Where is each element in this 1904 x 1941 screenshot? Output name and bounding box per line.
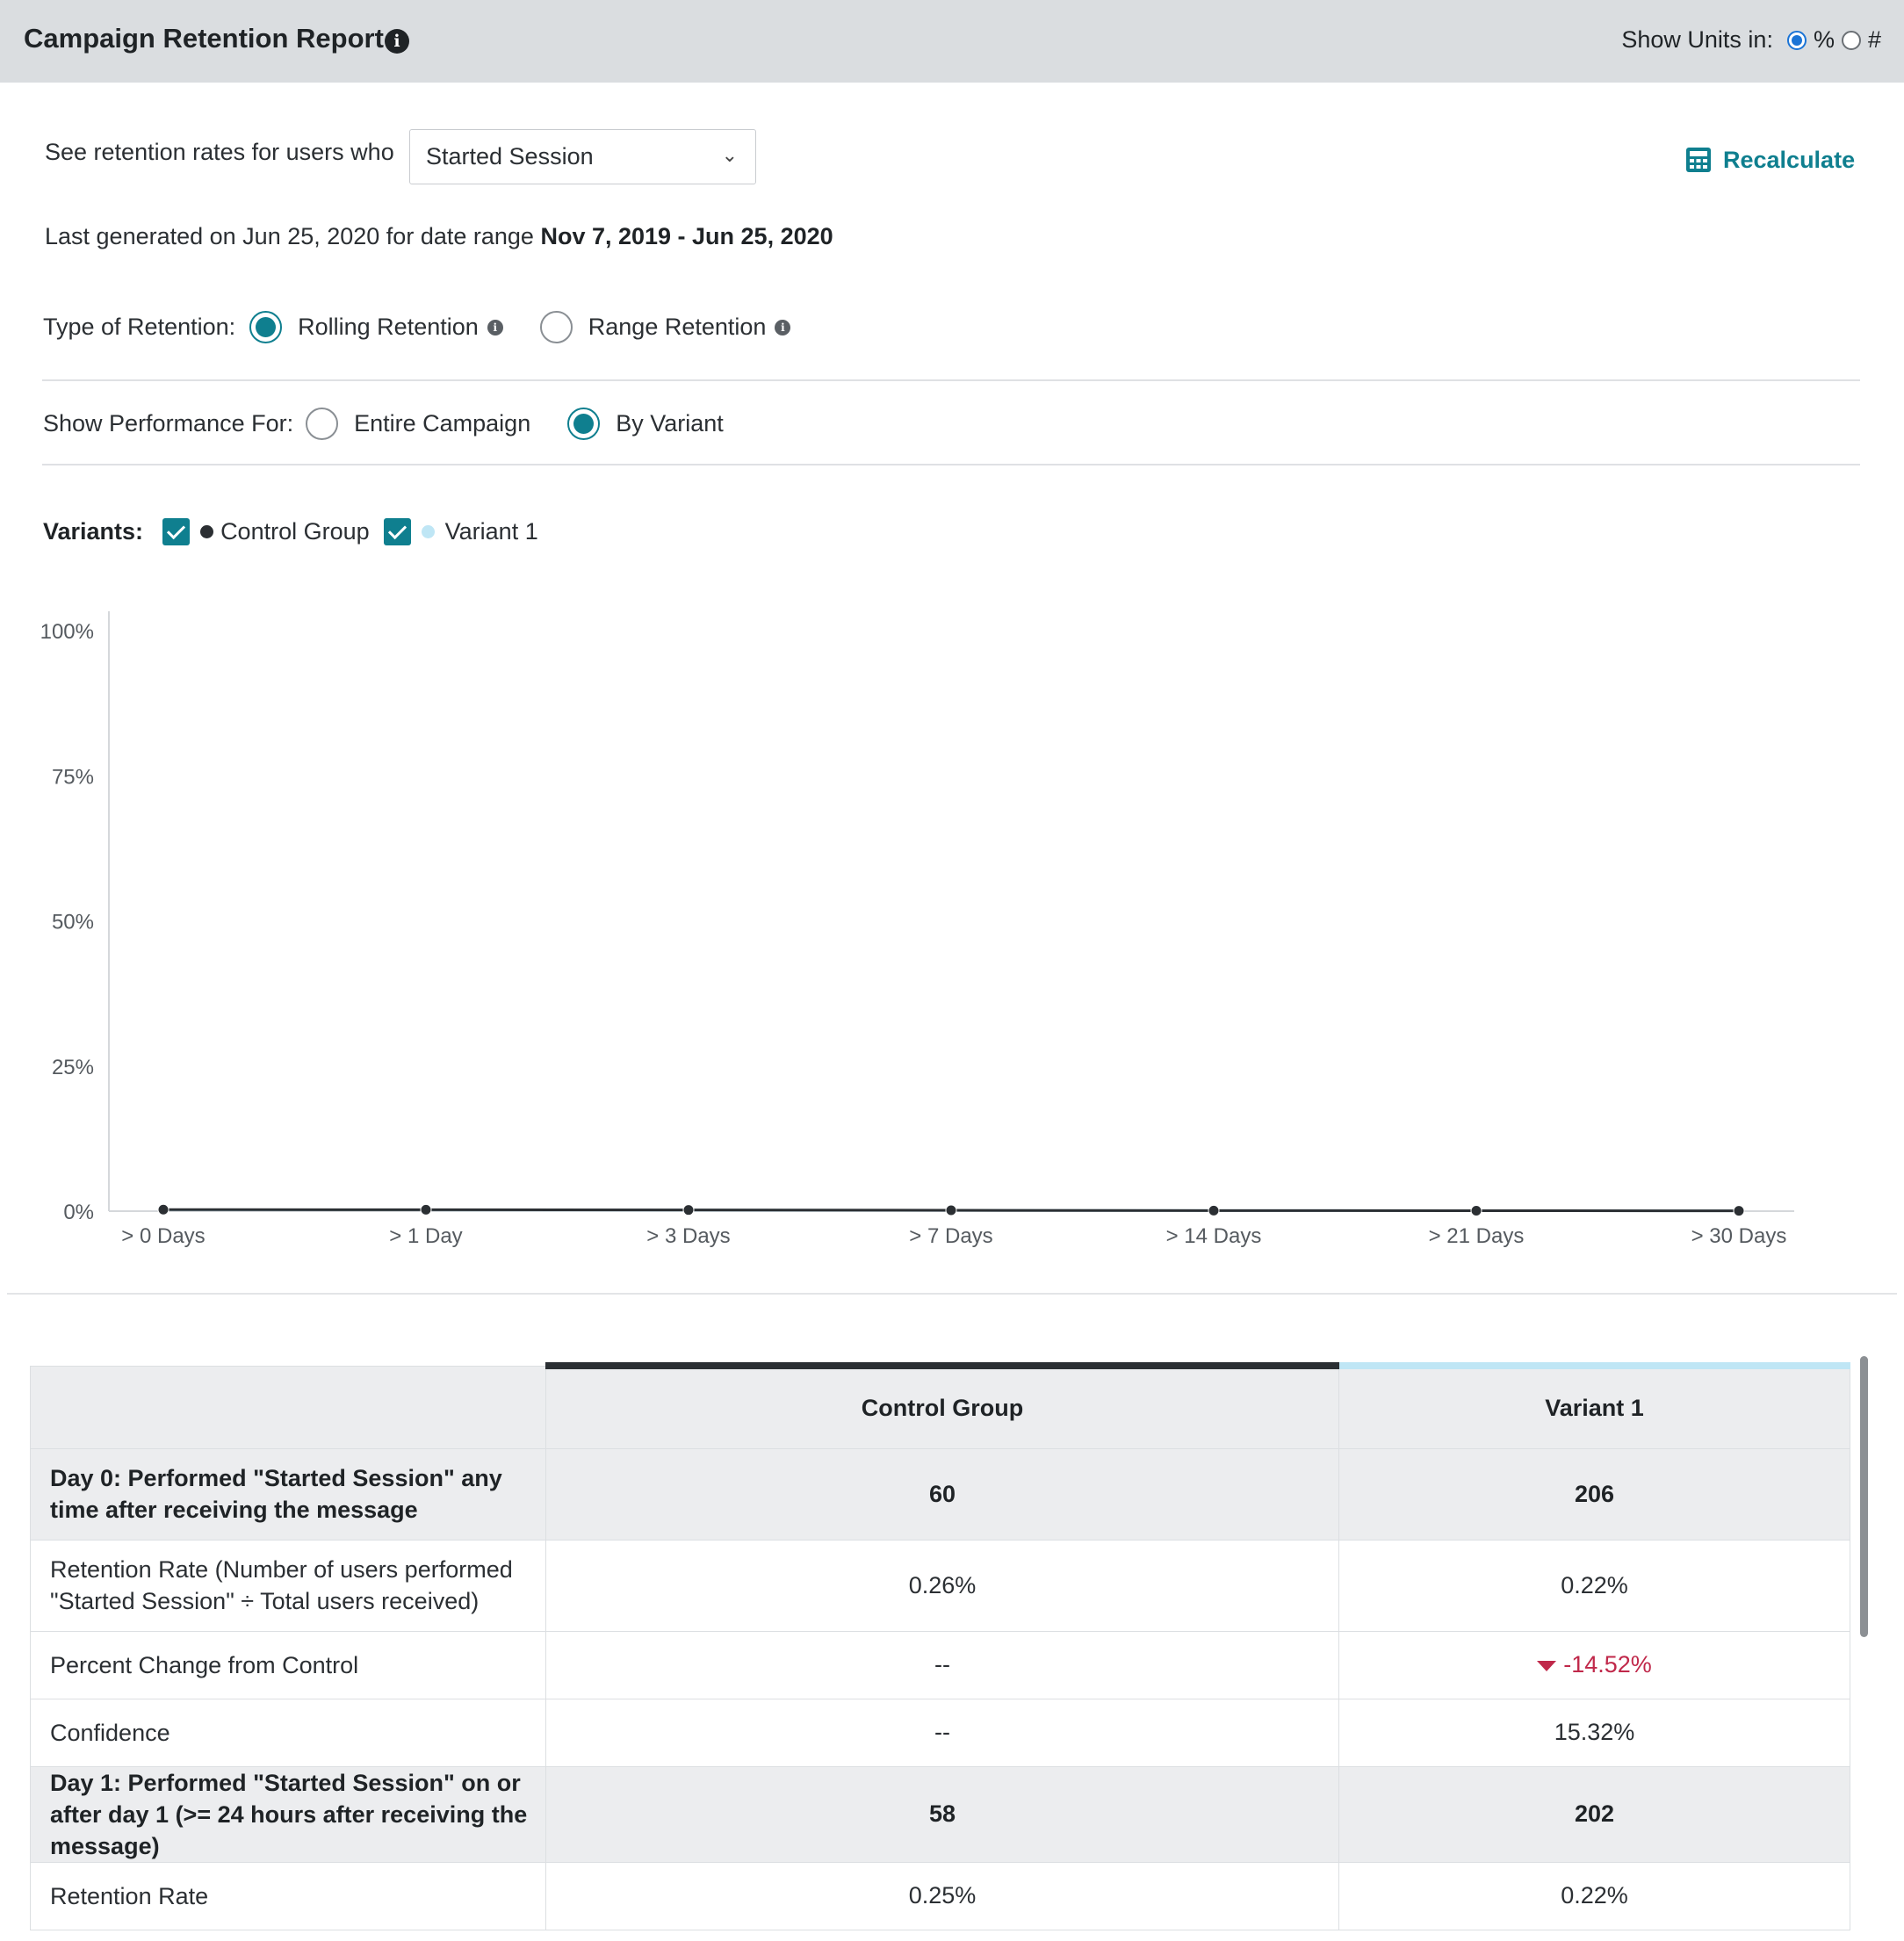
date-range: Nov 7, 2019 - Jun 25, 2020	[540, 223, 833, 249]
table-row: Retention Rate (Number of users performe…	[30, 1539, 1850, 1632]
x-tick-label: > 21 Days	[1429, 1224, 1525, 1248]
table-row: Day 1: Performed "Started Session" on or…	[30, 1765, 1850, 1863]
cell-value: 0.22%	[1338, 1539, 1850, 1632]
table-row: Day 0: Performed "Started Session" any t…	[30, 1447, 1850, 1541]
cell-value: 202	[1338, 1765, 1850, 1863]
entire-campaign-radio[interactable]	[306, 408, 339, 440]
y-tick-label: 25%	[52, 1056, 94, 1079]
by-variant-radio[interactable]	[567, 408, 601, 440]
row-label: Retention Rate (Number of users performe…	[30, 1539, 546, 1632]
data-point	[1208, 1204, 1220, 1216]
info-icon[interactable]: i	[775, 319, 791, 336]
y-tick-label: 100%	[40, 620, 94, 644]
variants-row: Variants: Control Group Variant 1	[43, 518, 538, 545]
cell-value: 0.22%	[1338, 1861, 1850, 1930]
column-header-variant-1: Variant 1	[1338, 1362, 1850, 1449]
data-point	[157, 1203, 169, 1216]
variant-1-label: Variant 1	[444, 518, 538, 545]
performance-row: Show Performance For: Entire Campaign By…	[43, 408, 724, 440]
data-point	[682, 1204, 695, 1216]
cell-value: 0.25%	[545, 1861, 1339, 1930]
units-toggle: Show Units in: % #	[1621, 26, 1881, 54]
percent-radio[interactable]	[1786, 30, 1807, 50]
report-header: Campaign Retention Report i Show Units i…	[0, 0, 1904, 83]
cell-value: 206	[1338, 1447, 1850, 1541]
data-point	[1470, 1204, 1482, 1216]
units-label: Show Units in:	[1621, 26, 1773, 53]
divider	[42, 464, 1860, 465]
control-group-legend-dot	[200, 525, 214, 538]
rolling-retention-radio[interactable]	[249, 311, 283, 343]
y-tick-label: 75%	[52, 765, 94, 789]
event-select[interactable]: Started Session ⌄	[409, 129, 756, 184]
data-point	[945, 1204, 957, 1216]
page-title: Campaign Retention Report	[24, 23, 384, 54]
x-tick-label: > 14 Days	[1166, 1224, 1262, 1248]
down-triangle-icon	[1537, 1660, 1557, 1671]
x-tick-label: > 7 Days	[909, 1224, 992, 1248]
filter-label: See retention rates for users who	[45, 139, 394, 165]
percent-change-value: -14.52%	[1563, 1651, 1652, 1678]
y-tick-label: 50%	[52, 911, 94, 934]
percent-label: %	[1813, 26, 1835, 53]
data-point	[420, 1203, 432, 1216]
count-radio[interactable]	[1841, 30, 1861, 50]
info-icon[interactable]: i	[487, 319, 503, 336]
control-group-label: Control Group	[220, 518, 370, 545]
row-label: Percent Change from Control	[30, 1630, 546, 1699]
table-scrollbar[interactable]	[1860, 1356, 1868, 1637]
y-tick-label: 0%	[63, 1201, 94, 1224]
data-point	[1733, 1205, 1745, 1217]
cell-value-negative: -14.52%	[1338, 1630, 1850, 1699]
retention-type-label: Type of Retention:	[43, 314, 236, 340]
calculator-icon	[1686, 148, 1711, 172]
range-retention-radio[interactable]	[539, 311, 573, 343]
control-group-checkbox[interactable]	[162, 518, 191, 545]
row-label: Day 0: Performed "Started Session" any t…	[30, 1447, 546, 1541]
row-label: Retention Rate	[30, 1861, 546, 1930]
recalculate-button[interactable]: Recalculate	[1684, 146, 1855, 174]
variant-1-checkbox[interactable]	[383, 518, 411, 545]
count-label: #	[1867, 26, 1881, 53]
x-tick-label: > 1 Day	[389, 1224, 462, 1248]
row-label: Day 1: Performed "Started Session" on or…	[30, 1765, 546, 1863]
recalculate-label: Recalculate	[1723, 146, 1856, 173]
retention-type-row: Type of Retention: Rolling Retention i R…	[43, 311, 791, 343]
row-label: Confidence	[30, 1698, 546, 1767]
divider	[42, 379, 1860, 381]
entire-campaign-label: Entire Campaign	[354, 410, 531, 437]
range-retention-label: Range Retention	[588, 314, 767, 340]
x-tick-label: > 30 Days	[1691, 1224, 1787, 1248]
info-icon[interactable]: i	[385, 29, 409, 54]
performance-label: Show Performance For:	[43, 410, 294, 437]
retention-table-container: Control Group Variant 1 Day 0: Performed…	[30, 1362, 1850, 1930]
chevron-down-icon: ⌄	[721, 144, 738, 166]
cell-value: 58	[545, 1765, 1339, 1863]
table-row: Confidence -- 15.32%	[30, 1698, 1850, 1767]
retention-chart: 0% 25% 50% 75% 100% > 0 Days > 1 Day > 3 Days > …	[40, 611, 1794, 1248]
divider	[7, 1293, 1897, 1295]
cell-value: --	[545, 1630, 1339, 1699]
table-row: Retention Rate 0.25% 0.22%	[30, 1861, 1850, 1930]
event-select-value: Started Session	[426, 143, 594, 170]
retention-table: Control Group Variant 1 Day 0: Performed…	[30, 1362, 1850, 1930]
table-row: Percent Change from Control -- -14.52%	[30, 1630, 1850, 1699]
variants-label: Variants:	[43, 518, 144, 545]
x-tick-label: > 0 Days	[121, 1224, 205, 1248]
cell-value: --	[545, 1698, 1339, 1767]
cell-value: 0.26%	[545, 1539, 1339, 1632]
by-variant-label: By Variant	[616, 410, 724, 437]
x-tick-label: > 3 Days	[646, 1224, 730, 1248]
variant-1-legend-dot	[421, 525, 435, 538]
table-header-blank	[30, 1365, 546, 1449]
column-header-control-group: Control Group	[545, 1362, 1339, 1449]
rolling-retention-label: Rolling Retention	[298, 314, 479, 340]
generated-info: Last generated on Jun 25, 2020 for date …	[45, 223, 833, 250]
generated-prefix: Last generated on Jun 25, 2020 for date …	[45, 223, 534, 249]
cell-value: 15.32%	[1338, 1698, 1850, 1767]
cell-value: 60	[545, 1447, 1339, 1541]
